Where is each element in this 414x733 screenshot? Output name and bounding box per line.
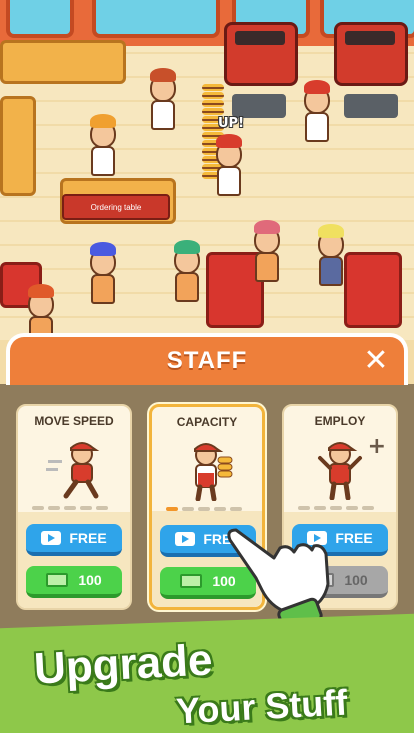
player-staff-character: [216, 134, 242, 196]
level-up-label: UP!: [218, 116, 245, 131]
pointing-hand-icon: [227, 528, 330, 630]
level-indicator: [32, 506, 108, 510]
video-icon: [41, 531, 62, 545]
dining-table: [344, 252, 402, 328]
customer-character: [174, 240, 200, 302]
stove[interactable]: [334, 22, 408, 86]
staff-carrying-burgers-icon: [194, 443, 233, 501]
customer-character: [150, 68, 176, 130]
window: [92, 0, 220, 38]
restaurant-scene: Ordering table UP!: [0, 0, 414, 340]
cash-icon: [180, 574, 203, 588]
cash-icon: [46, 573, 69, 587]
upgrade-card-move-speed: MOVE SPEED FREE 100: [16, 404, 132, 610]
close-icon[interactable]: ✕: [362, 346, 390, 376]
new-staff-icon: [318, 442, 362, 500]
panel-header: STAFF ✕: [6, 333, 408, 385]
running-staff-icon: [46, 442, 100, 499]
video-icon: [175, 532, 196, 546]
promo-subheadline: Your Stuff: [175, 681, 349, 732]
staff-character: [90, 114, 116, 176]
free-label: FREE: [335, 530, 373, 546]
free-upgrade-button[interactable]: FREE: [26, 524, 122, 556]
customer-character: [318, 224, 344, 286]
side-counter: [0, 96, 36, 196]
cost-label: 100: [344, 572, 368, 588]
floor-mat: [344, 94, 398, 118]
ordering-table-label: Ordering table: [62, 194, 170, 220]
floor-mat: [232, 94, 286, 118]
cash-upgrade-button[interactable]: 100: [26, 566, 122, 598]
customer-character: [90, 242, 116, 304]
card-title: CAPACITY: [176, 415, 238, 429]
card-title: EMPLOY: [314, 414, 366, 428]
customer-character: [254, 220, 280, 282]
window: [6, 0, 74, 38]
stove[interactable]: [224, 22, 298, 86]
cost-label: 100: [78, 572, 102, 588]
staff-character: [304, 80, 330, 142]
card-title: MOVE SPEED: [34, 414, 114, 428]
promo-headline: Upgrade: [32, 635, 214, 694]
panel-title: STAFF: [166, 347, 248, 374]
top-counter: [0, 40, 126, 84]
staff-upgrade-panel: STAFF ✕ MOVE SPEED FREE 100 CAPACITY FRE…: [6, 333, 408, 633]
free-label: FREE: [69, 530, 107, 546]
